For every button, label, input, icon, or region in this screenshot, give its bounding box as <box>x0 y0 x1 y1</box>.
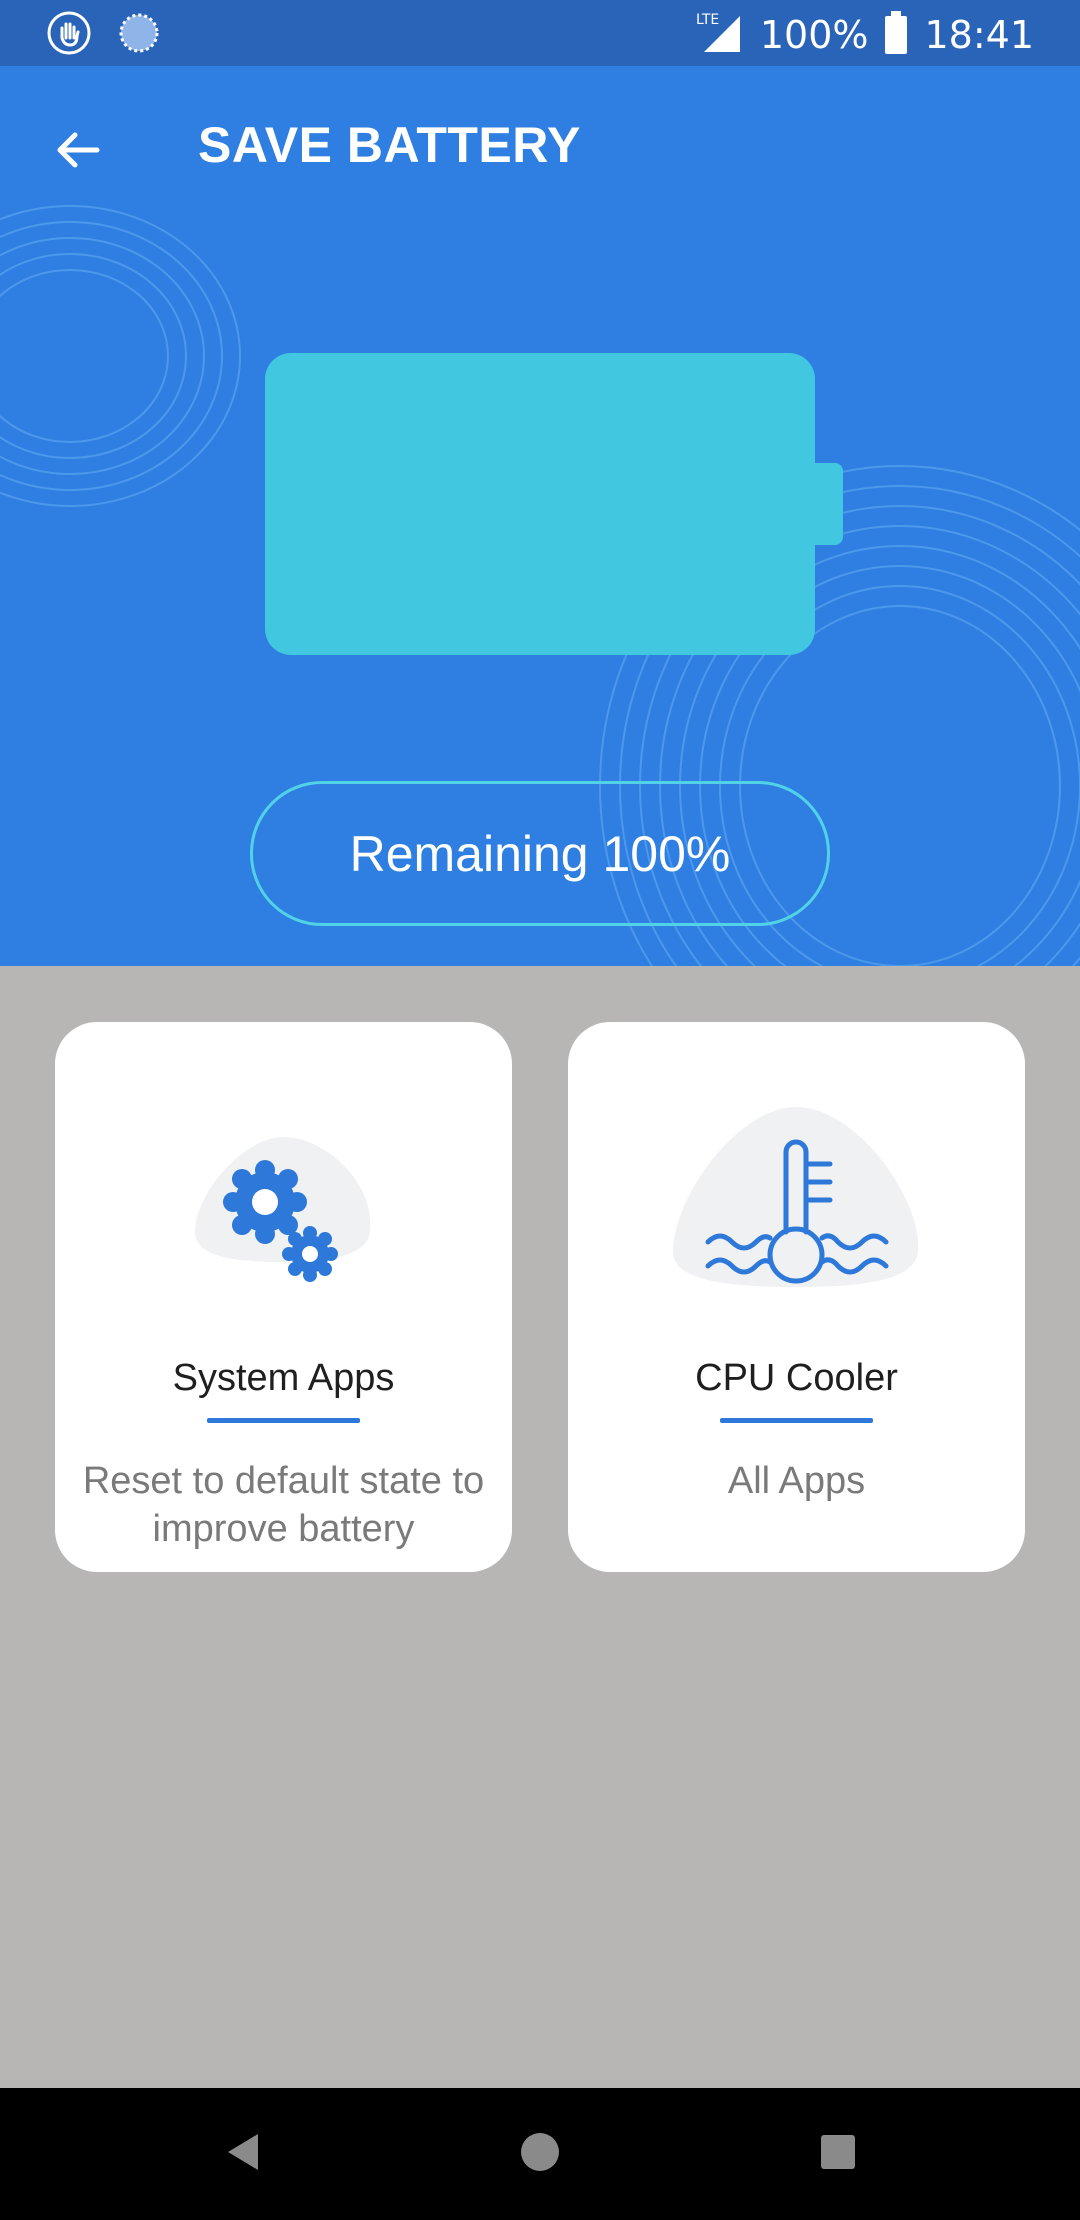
cpu-cooler-title: CPU Cooler <box>695 1357 898 1399</box>
back-triangle-icon <box>222 2130 262 2178</box>
thermometer-icon <box>568 1082 1025 1302</box>
home-circle-icon <box>518 2130 562 2178</box>
cpu-cooler-card[interactable]: CPU Cooler All Apps <box>568 1022 1025 1572</box>
status-icons-left <box>46 10 162 60</box>
arrow-left-icon <box>53 125 103 179</box>
title-underline <box>720 1418 873 1423</box>
system-apps-description: Reset to default state to improve batter… <box>82 1460 485 1550</box>
cpu-cooler-description: All Apps <box>727 1460 866 1502</box>
battery-graphic <box>265 353 815 655</box>
hand-gesture-icon <box>46 10 92 60</box>
status-icons-right: LTE 100% 18:41 <box>694 8 1034 62</box>
gears-icon <box>55 1082 512 1302</box>
nav-recents-button[interactable] <box>802 2118 874 2190</box>
system-nav-bar <box>0 2088 1080 2220</box>
nav-home-button[interactable] <box>504 2118 576 2190</box>
remaining-label: Remaining 100% <box>349 825 731 882</box>
title-underline <box>207 1418 360 1423</box>
status-bar: LTE 100% 18:41 <box>0 0 1080 66</box>
system-apps-title: System Apps <box>172 1357 395 1399</box>
page-title: SAVE BATTERY <box>198 117 581 173</box>
battery-percent-text: 100% <box>759 13 869 57</box>
remaining-badge: Remaining 100% <box>250 781 830 926</box>
battery-tip <box>812 463 843 545</box>
system-apps-card[interactable]: System Apps Reset to default state to im… <box>55 1022 512 1572</box>
signal-icon: LTE <box>694 8 744 62</box>
recents-square-icon <box>818 2132 858 2176</box>
loading-circle-icon <box>116 10 162 60</box>
network-type: LTE <box>696 12 719 28</box>
battery-icon <box>884 11 908 59</box>
nav-back-button[interactable] <box>206 2118 278 2190</box>
back-button[interactable] <box>38 112 118 192</box>
battery-header-panel: SAVE BATTERY Remaining 100% <box>0 66 1080 966</box>
clock: 18:41 <box>924 13 1034 57</box>
